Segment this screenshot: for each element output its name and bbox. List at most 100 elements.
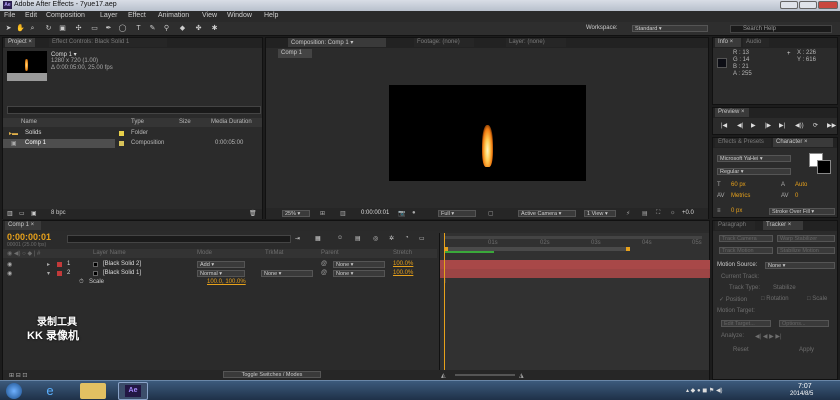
tab-preview[interactable]: Preview × — [715, 108, 749, 117]
close-button[interactable] — [818, 1, 838, 9]
property-row[interactable]: ⏱ Scale 100.0, 100.0% — [3, 278, 437, 287]
track-camera-button[interactable]: Track Camera — [719, 235, 773, 242]
brush-tool-icon[interactable]: ✎ — [148, 24, 157, 33]
frame-blending-icon[interactable]: ▤ — [355, 235, 361, 242]
font-family-dropdown[interactable]: Microsoft YaHei ▾ — [717, 155, 791, 162]
tab-effect-controls[interactable]: Effect Controls: Black Solid 1 — [49, 38, 167, 47]
column-trkmat[interactable]: TrkMat — [265, 250, 283, 256]
work-area-end-handle[interactable] — [626, 247, 630, 251]
viewer-timecode[interactable]: 0:00:00:01 — [361, 210, 389, 216]
workspace-dropdown[interactable]: Standard ▾ — [632, 25, 708, 32]
stroke-width-value[interactable]: 0 px — [731, 208, 742, 214]
puppet-tool-icon[interactable]: ✱ — [210, 24, 219, 33]
timeline-icon[interactable]: ▤ — [642, 210, 648, 217]
edit-target-button[interactable]: Edit Target... — [721, 320, 771, 327]
pick-whip-icon[interactable]: @ — [321, 261, 327, 267]
track-motion-button[interactable]: Track Motion — [719, 247, 773, 254]
tab-info[interactable]: Info × — [715, 38, 741, 47]
list-item[interactable]: ▸▬ Solids Folder — [3, 129, 262, 138]
menu-animation[interactable]: Animation — [158, 12, 189, 19]
loop-icon[interactable]: ⟳ — [813, 122, 818, 129]
menu-layer[interactable]: Layer — [100, 12, 118, 19]
analyze-controls-icon[interactable]: ◀| ◀ ▶ ▶| — [755, 333, 782, 340]
menu-view[interactable]: View — [202, 12, 217, 19]
grid-icon[interactable]: ⊞ — [320, 210, 325, 217]
layer-2-duration-bar[interactable] — [440, 269, 710, 278]
graph-editor-icon[interactable]: ◔ — [405, 235, 409, 241]
new-folder-icon[interactable]: ▭ — [19, 210, 25, 217]
ram-preview-icon[interactable]: ▶▶ — [827, 122, 836, 129]
list-item-selected[interactable]: ▣ Comp 1 — [3, 139, 115, 148]
label-swatch[interactable] — [57, 262, 62, 267]
column-parent[interactable]: Parent — [321, 250, 339, 256]
column-layer-name[interactable]: Layer Name — [93, 250, 126, 256]
label-swatch[interactable] — [57, 271, 62, 276]
property-scale-value[interactable]: 100.0, 100.0% — [207, 279, 246, 285]
rotate-tool-icon[interactable]: ↻ — [44, 24, 53, 33]
stroke-color-swatch[interactable] — [817, 160, 831, 174]
layer-mode-dropdown[interactable]: Normal ▾ — [197, 270, 245, 277]
tab-audio[interactable]: Audio — [743, 38, 769, 47]
column-media-duration[interactable]: Media Duration — [211, 119, 252, 125]
clock-date[interactable]: 2014/8/5 — [790, 391, 813, 397]
zoom-out-icon[interactable]: ◭ — [441, 372, 446, 379]
camera-dropdown[interactable]: Active Camera ▾ — [518, 210, 576, 217]
layer-name[interactable]: [Black Solid 2] — [103, 261, 141, 267]
text-tool-icon[interactable]: T — [134, 24, 143, 33]
menu-edit[interactable]: Edit — [25, 12, 37, 19]
apply-button[interactable]: Apply — [799, 347, 814, 353]
stabilize-motion-button[interactable]: Stabilize Motion — [777, 247, 835, 254]
layer-stretch[interactable]: 100.0% — [393, 261, 413, 267]
tab-paragraph[interactable]: Paragraph — [715, 221, 755, 230]
zoom-in-icon[interactable]: ◮ — [519, 372, 524, 379]
tray-icons[interactable]: ▴ ◆ ● ◼ ⚑ ◀) — [686, 387, 723, 394]
composition-canvas[interactable] — [389, 85, 586, 181]
expand-arrow-icon[interactable]: ▸ — [47, 261, 50, 268]
zoom-tool-icon[interactable]: ⌕ — [28, 24, 37, 33]
tab-effects-presets[interactable]: Effects & Presets — [715, 138, 771, 147]
layer-trkmat-dropdown[interactable]: None ▾ — [261, 270, 313, 277]
tab-composition[interactable]: Composition: Comp 1 ▾ — [288, 38, 386, 47]
minimize-button[interactable] — [780, 1, 798, 9]
column-name[interactable]: Name — [21, 119, 37, 125]
expand-switches-icon[interactable]: ⊞ ⊟ ⊡ — [9, 372, 27, 379]
menu-composition[interactable]: Composition — [46, 12, 85, 19]
tab-character[interactable]: Character × — [773, 138, 833, 147]
eraser-tool-icon[interactable]: ◆ — [178, 24, 187, 33]
fast-previews-icon[interactable]: ⚡ — [626, 210, 630, 217]
pick-whip-icon[interactable]: @ — [321, 270, 327, 276]
layer-name[interactable]: [Black Solid 1] — [103, 270, 141, 276]
camera-tool-icon[interactable]: ▣ — [58, 24, 67, 33]
timeline-timecode[interactable]: 0:00:00:01 — [7, 232, 51, 242]
resolution-dropdown[interactable]: Full ▾ — [438, 210, 476, 217]
region-of-interest-icon[interactable]: ▢ — [488, 210, 494, 217]
shy-layers-icon[interactable]: ☺ — [337, 235, 343, 241]
stopwatch-icon[interactable]: ⏱ — [79, 279, 84, 286]
tab-footage[interactable]: Footage: (none) — [414, 38, 474, 47]
font-size-value[interactable]: 60 px — [731, 182, 746, 188]
interpret-footage-icon[interactable]: ▥ — [7, 210, 13, 217]
menu-help[interactable]: Help — [264, 12, 278, 19]
pen-tool-icon[interactable]: ✒ — [104, 24, 113, 33]
rotation-checkbox[interactable]: □ Rotation — [761, 296, 789, 302]
timeline-search-input[interactable] — [67, 235, 291, 243]
selection-tool-icon[interactable]: ➤ — [4, 24, 13, 33]
zoom-dropdown[interactable]: 25% ▾ — [282, 210, 310, 217]
previous-frame-icon[interactable]: ◀| — [737, 122, 743, 129]
layer-parent-dropdown[interactable]: None ▾ — [333, 261, 385, 268]
new-composition-icon[interactable]: ▣ — [31, 210, 37, 217]
layer-1-duration-bar[interactable] — [440, 260, 710, 269]
draft-3d-icon[interactable]: ▦ — [315, 235, 321, 242]
scale-checkbox[interactable]: □ Scale — [807, 296, 827, 302]
kerning-value[interactable]: Metrics — [731, 193, 750, 199]
brainstorm-icon[interactable]: ✲ — [389, 235, 394, 242]
last-frame-icon[interactable]: ▶| — [779, 122, 785, 129]
warp-stabilizer-button[interactable]: Warp Stabilizer — [777, 235, 835, 242]
current-time-indicator[interactable] — [444, 233, 445, 370]
table-row[interactable]: ◉ ▾ 2 [Black Solid 1] Normal ▾ None ▾ @ … — [3, 269, 437, 278]
comp-mini-flowchart-icon[interactable]: ⇥ — [295, 235, 300, 242]
visibility-eye-icon[interactable]: ◉ — [7, 270, 12, 277]
motion-blur-icon[interactable]: ◎ — [373, 235, 378, 242]
ellipse-tool-icon[interactable]: ◯ — [118, 24, 127, 33]
file-explorer-icon[interactable] — [80, 383, 106, 399]
